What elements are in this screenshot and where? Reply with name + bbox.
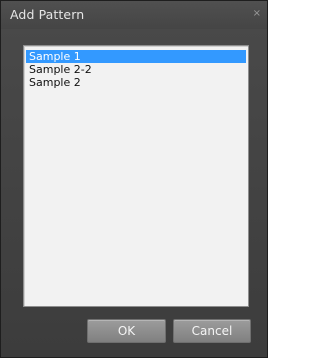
title-bar[interactable]: Add Pattern × (1, 1, 267, 29)
ok-button[interactable]: OK (87, 319, 166, 343)
list-item-sample-2[interactable]: Sample 2 (26, 76, 246, 89)
pattern-listbox[interactable]: Sample 1 Sample 2-2 Sample 2 (23, 45, 249, 307)
list-item-sample-2-2[interactable]: Sample 2-2 (26, 63, 246, 76)
cancel-button[interactable]: Cancel (173, 319, 251, 343)
dialog-title: Add Pattern (10, 7, 85, 22)
add-pattern-dialog: Add Pattern × Sample 1 Sample 2-2 Sample… (0, 0, 268, 358)
close-icon[interactable]: × (253, 8, 261, 19)
list-item-sample-1[interactable]: Sample 1 (26, 50, 246, 63)
